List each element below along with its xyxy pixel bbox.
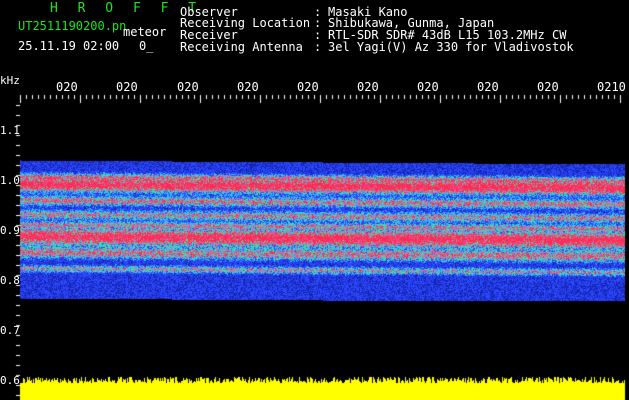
x-tick-label: 020	[116, 80, 138, 94]
x-tick-label: 020	[417, 80, 439, 94]
x-tick-label: 020	[477, 80, 499, 94]
date-time: 25.11.19 02:00	[18, 39, 120, 53]
y-axis-unit: kHz	[0, 74, 20, 87]
y-tick-label: 1.1	[0, 124, 20, 137]
meteor-count: 0_	[139, 39, 154, 53]
spectrogram-canvas	[0, 0, 629, 400]
info-value-antenna: 3el Yagi(V) Az 330 for Vladivostok	[328, 40, 574, 54]
x-tick-label: 0210	[597, 80, 626, 94]
info-label-antenna: Receiving Antenna	[180, 40, 303, 54]
x-tick-label: 020	[357, 80, 379, 94]
filename: UT2511190200.pn	[18, 19, 127, 33]
x-tick-label: 020	[177, 80, 199, 94]
info-sep: :	[314, 40, 322, 54]
y-tick-label: 0.8	[0, 274, 20, 287]
x-tick-label: 020	[297, 80, 319, 94]
x-tick-label: 020	[56, 80, 78, 94]
y-tick-label: 0.7	[0, 324, 20, 337]
y-tick-label: 0.9	[0, 224, 20, 237]
y-tick-label: 0.6	[0, 374, 20, 387]
meteor-label: meteor	[123, 25, 167, 39]
x-tick-label: 020	[237, 80, 259, 94]
y-tick-label: 1.0	[0, 174, 20, 187]
x-tick-label: 020	[537, 80, 559, 94]
